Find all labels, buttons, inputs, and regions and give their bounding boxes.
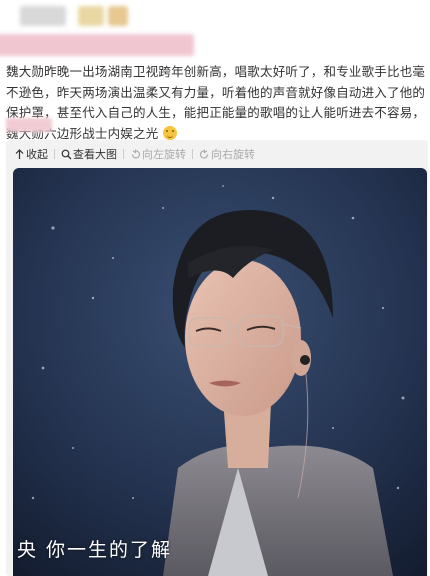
rotate-left-button[interactable]: 向左旋转 bbox=[130, 146, 186, 162]
toolbar-divider bbox=[54, 149, 55, 159]
rotate-right-icon bbox=[199, 149, 209, 158]
video-subtitle: 央 你一生的了解 bbox=[17, 539, 173, 561]
smile-emoji-icon bbox=[162, 125, 177, 140]
view-large-button[interactable]: 查看大图 bbox=[61, 146, 117, 162]
post-image[interactable]: 央 你一生的了解 bbox=[13, 168, 427, 576]
rotate-right-button[interactable]: 向右旋转 bbox=[199, 146, 255, 162]
collapse-label: 收起 bbox=[26, 148, 48, 161]
blurred-badge-2 bbox=[108, 6, 128, 26]
rotate-right-label: 向右旋转 bbox=[211, 148, 255, 161]
arrow-up-icon bbox=[15, 148, 24, 159]
toolbar-divider bbox=[123, 149, 124, 159]
blurred-link[interactable] bbox=[6, 118, 52, 132]
toolbar-divider bbox=[192, 149, 193, 159]
search-icon bbox=[61, 149, 72, 159]
blurred-user-header bbox=[0, 0, 430, 62]
view-large-label: 查看大图 bbox=[73, 148, 117, 161]
post-text: 魏大勋昨晚一出场湖南卫视跨年创新高，唱歌太好听了，和专业歌手比也毫不逊色，昨天两… bbox=[6, 62, 430, 144]
collapse-button[interactable]: 收起 bbox=[14, 146, 48, 162]
concert-photo bbox=[13, 168, 427, 576]
blurred-tag-line bbox=[0, 34, 194, 56]
blurred-username bbox=[20, 6, 66, 26]
blurred-badge bbox=[78, 6, 104, 26]
rotate-left-label: 向左旋转 bbox=[142, 148, 186, 161]
rotate-left-icon bbox=[131, 149, 141, 158]
post-body: 魏大勋昨晚一出场湖南卫视跨年创新高，唱歌太好听了，和专业歌手比也毫不逊色，昨天两… bbox=[6, 64, 426, 141]
image-toolbar: 收起 查看大图 向左旋转 向右旋转 bbox=[14, 146, 255, 162]
